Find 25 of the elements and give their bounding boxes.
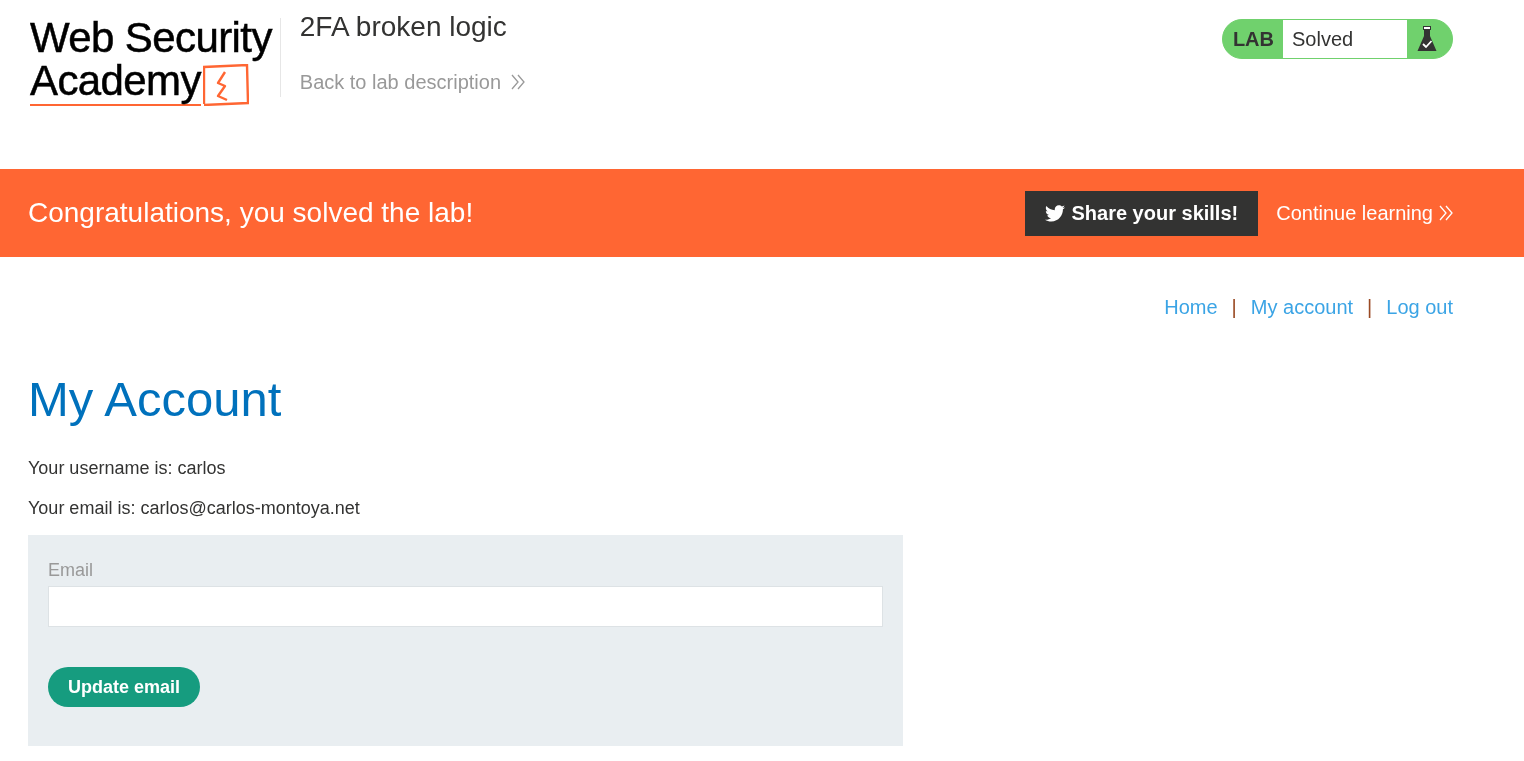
nav-separator: |	[1367, 295, 1373, 319]
continue-learning-link[interactable]: Continue learning	[1276, 201, 1453, 225]
logo[interactable]: Web Security Academy	[30, 14, 280, 106]
flask-icon	[1416, 26, 1437, 52]
banner-message: Congratulations, you solved the lab!	[28, 197, 474, 229]
double-chevron-icon	[511, 74, 526, 90]
nav-link[interactable]: My account	[1250, 295, 1354, 319]
nav-link[interactable]: Home	[1164, 295, 1218, 319]
lab-title: 2FA broken logic	[299, 10, 508, 44]
lightning-bracket-icon	[202, 64, 249, 106]
account-info-text: Your email is: carlos@carlos-montoya.net	[28, 497, 360, 519]
account-info-text: Your username is: carlos	[28, 457, 226, 479]
nav-link[interactable]: Log out	[1386, 295, 1453, 319]
twitter-bird-icon	[1045, 204, 1066, 222]
logo-text: Academy	[30, 57, 201, 106]
update-email-button[interactable]: Update email	[48, 667, 201, 707]
lab-label: LAB	[1231, 26, 1275, 52]
page-heading: My Account	[28, 371, 282, 428]
double-chevron-icon	[1439, 205, 1453, 221]
email-label: Email	[48, 559, 93, 581]
email-input-field[interactable]	[48, 586, 883, 627]
nav-separator: |	[1231, 295, 1237, 319]
share-button[interactable]: Share your skills!	[1025, 190, 1259, 236]
lab-status-text: Solved	[1283, 20, 1407, 58]
back-to-lab-description-link[interactable]: Back to lab description	[299, 70, 526, 94]
